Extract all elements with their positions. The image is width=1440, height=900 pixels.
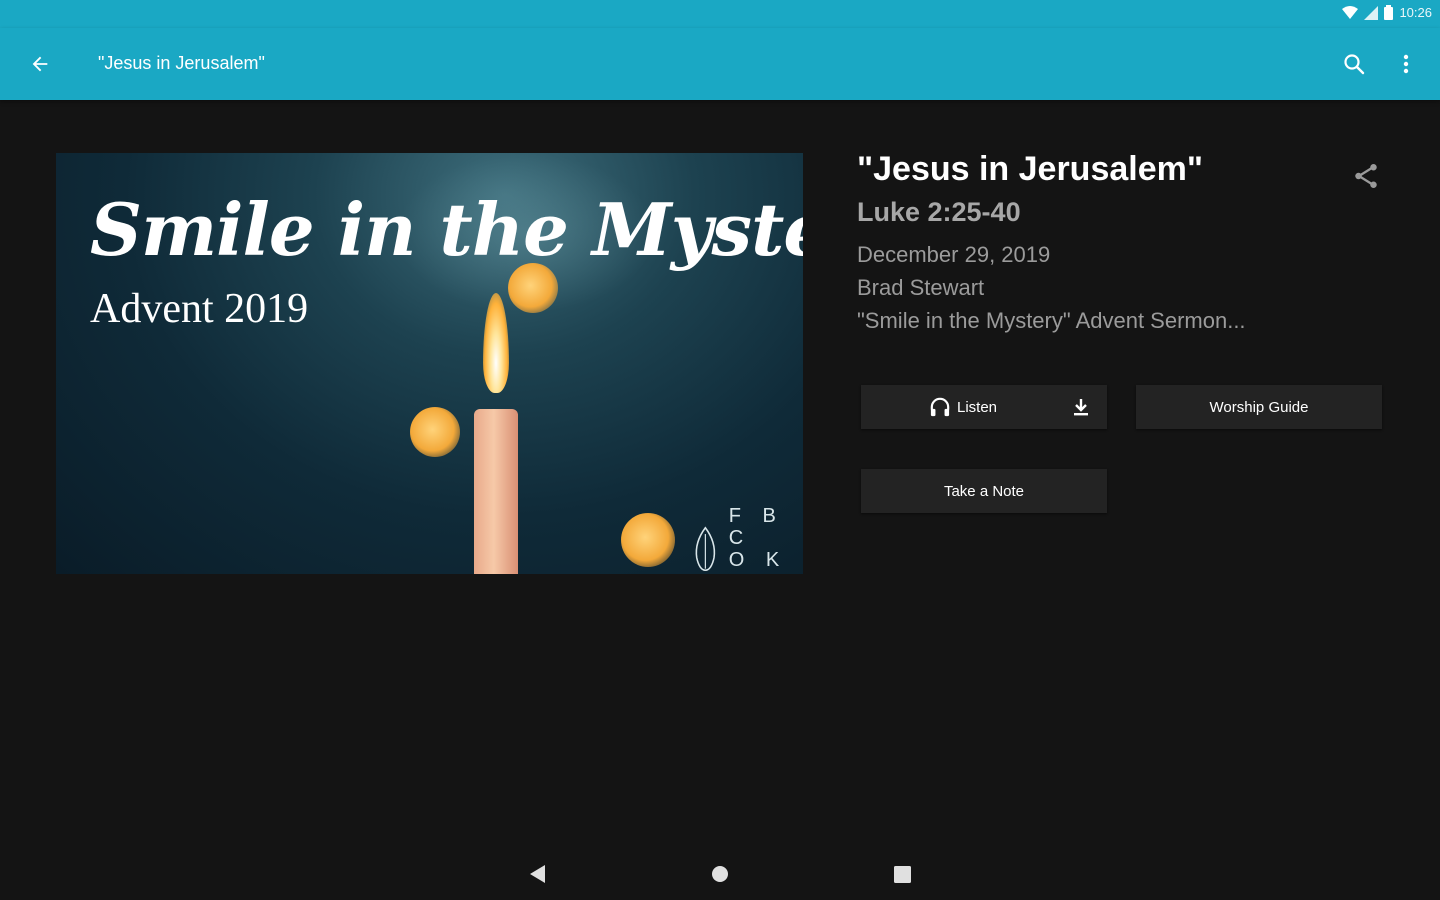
search-button[interactable] (1336, 46, 1372, 82)
status-icons: 10:26 (1342, 5, 1432, 20)
artwork-subtitle: Advent 2019 (90, 286, 309, 332)
more-vert-icon (1403, 54, 1409, 74)
nav-home-icon (712, 866, 728, 882)
nav-back-button[interactable] (524, 862, 552, 886)
sermon-title: "Jesus in Jerusalem" (857, 150, 1203, 188)
system-nav-bar (0, 846, 1440, 900)
take-note-button[interactable]: Take a Note (861, 469, 1107, 513)
artwork-title: Smile in the Mystery (90, 187, 803, 272)
status-bar: 10:26 (0, 0, 1440, 28)
nav-back-icon (530, 865, 545, 883)
sermon-artwork: Smile in the Mystery Advent 2019 F B C O… (56, 153, 803, 574)
app-bar-title: "Jesus in Jerusalem" (98, 53, 265, 73)
share-icon (1355, 164, 1377, 188)
nav-recents-button[interactable] (888, 860, 916, 888)
nav-home-button[interactable] (706, 860, 734, 888)
listen-button-content: Listen (929, 397, 997, 417)
sermon-series: "Smile in the Mystery" Advent Sermon... (857, 308, 1246, 333)
battery-icon (1384, 5, 1394, 20)
overflow-menu-button[interactable] (1390, 46, 1422, 82)
listen-label: Listen (957, 398, 998, 416)
share-button[interactable] (1346, 156, 1386, 196)
candle (474, 409, 518, 574)
worship-guide-button[interactable]: Worship Guide (1136, 385, 1382, 429)
sermon-speaker: Brad Stewart (857, 275, 985, 300)
church-logo: F B C O K C (692, 505, 803, 574)
nav-recents-icon (893, 865, 911, 883)
worship-guide-label: Worship Guide (1209, 398, 1309, 416)
sermon-date: December 29, 2019 (857, 242, 1051, 267)
search-icon (1344, 54, 1365, 75)
logo-line-1: F B C (728, 505, 784, 549)
praying-hands-icon (695, 526, 716, 572)
status-time: 10:26 (1399, 5, 1432, 20)
wifi-icon (1342, 5, 1359, 19)
take-note-label: Take a Note (943, 482, 1025, 500)
download-button[interactable] (1067, 394, 1095, 420)
logo-line-2: O K C (728, 549, 788, 574)
headphones-icon (930, 397, 950, 417)
bokeh-light (410, 407, 460, 457)
bokeh-light (621, 513, 675, 567)
download-icon (1074, 399, 1088, 416)
sermon-scripture: Luke 2:25-40 (857, 197, 1021, 227)
arrow-left-icon (32, 56, 48, 72)
app-bar: "Jesus in Jerusalem" (0, 28, 1440, 100)
listen-button[interactable]: Listen (861, 385, 1107, 429)
signal-icon (1364, 5, 1379, 20)
back-button[interactable] (22, 46, 58, 82)
